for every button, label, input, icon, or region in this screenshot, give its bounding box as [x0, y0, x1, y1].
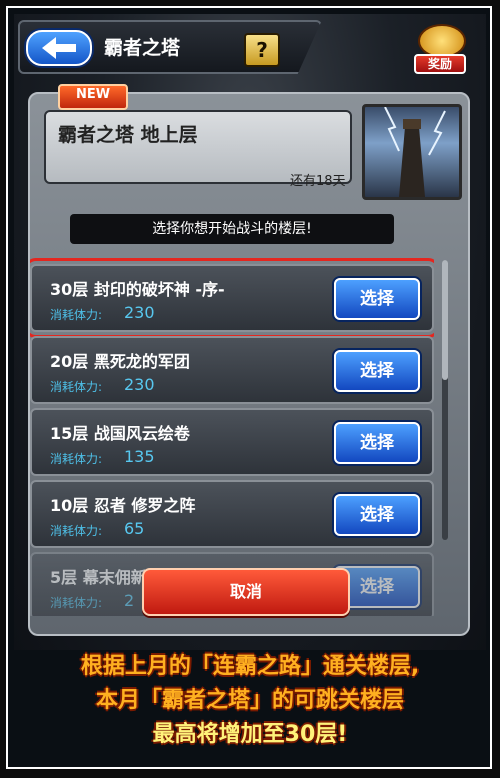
floor-row-10[interactable]: 10层 忍者 修罗之阵 消耗体力: 65 选择 — [30, 480, 434, 548]
floor-name: 霸者之塔 地上层 — [58, 124, 198, 146]
cancel-button[interactable]: 取消 — [142, 568, 350, 616]
cost-label: 消耗体力: — [50, 524, 103, 538]
help-button[interactable]: ? — [244, 33, 280, 67]
tower-icon — [384, 107, 446, 197]
floor-row-20[interactable]: 20层 黑死龙的军团 消耗体力: 230 选择 — [30, 336, 434, 404]
select-button[interactable]: 选择 — [334, 278, 420, 320]
cost-label: 消耗体力: — [50, 380, 103, 394]
floor-row-15[interactable]: 15层 战国风云绘卷 消耗体力: 135 选择 — [30, 408, 434, 476]
cost-label: 消耗体力: — [50, 596, 103, 610]
select-button[interactable]: 选择 — [334, 494, 420, 536]
promo-caption: 根据上月的「连霸之路」通关楼层, 本月「霸者之塔」的可跳关楼层 最高将增加至30… — [0, 650, 500, 752]
floor-row-name: 10层 忍者 修罗之阵 — [50, 496, 196, 515]
page-title: 霸者之塔 — [104, 37, 181, 59]
cost-value: 230 — [124, 375, 155, 394]
cost-label: 消耗体力: — [50, 308, 103, 322]
cost-value: 135 — [124, 447, 155, 466]
cost-value: 2 — [124, 591, 135, 610]
back-button[interactable] — [26, 30, 92, 66]
cost-value: 65 — [124, 519, 145, 538]
floor-row-name: 20层 黑死龙的军团 — [50, 352, 190, 371]
select-button[interactable]: 选择 — [334, 422, 420, 464]
select-button[interactable]: 选择 — [334, 350, 420, 392]
reward-button[interactable]: 奖励 — [414, 20, 466, 76]
reward-label: 奖励 — [414, 54, 466, 74]
cost-label: 消耗体力: — [50, 452, 103, 466]
instruction-banner: 选择你想开始战斗的楼层! — [70, 214, 394, 244]
caption-line-2: 本月「霸者之塔」的可跳关楼层 — [95, 688, 404, 713]
list-scrollbar[interactable] — [442, 260, 448, 540]
floor-row-30[interactable]: 30层 封印的破坏神 -序- 消耗体力: 230 选择 — [30, 258, 434, 338]
reward-crest-icon — [418, 24, 466, 58]
scrollbar-thumb[interactable] — [442, 260, 448, 380]
back-arrow-icon — [42, 37, 76, 59]
floor-list: 30层 封印的破坏神 -序- 消耗体力: 230 选择 20层 黑死龙的军团 消… — [30, 256, 434, 616]
tower-thumbnail — [362, 104, 462, 200]
cost-value: 230 — [124, 303, 155, 322]
new-badge: NEW — [58, 84, 128, 110]
floor-row-name: 15层 战国风云绘卷 — [50, 424, 190, 443]
caption-line-3: 最高将增加至30层! — [152, 722, 348, 747]
floor-row-name: 30层 封印的破坏神 -序- — [50, 280, 225, 299]
remaining-days: 还有18天 — [290, 174, 346, 189]
caption-line-1: 根据上月的「连霸之路」通关楼层, — [80, 654, 420, 679]
